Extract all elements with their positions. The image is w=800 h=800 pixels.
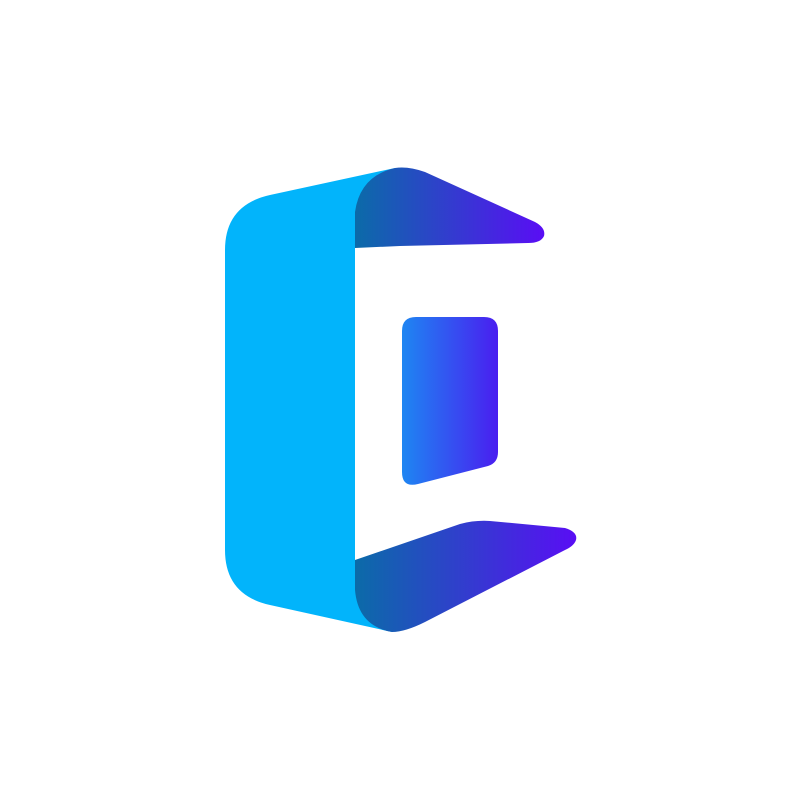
- logo-canvas: [0, 0, 800, 800]
- ribbon-bottom-fold-shape: [355, 520, 577, 632]
- inner-panel-shape: [402, 317, 498, 485]
- folded-ribbon-c-logo-icon: [225, 167, 577, 632]
- ribbon-top-fold-shape: [355, 167, 545, 248]
